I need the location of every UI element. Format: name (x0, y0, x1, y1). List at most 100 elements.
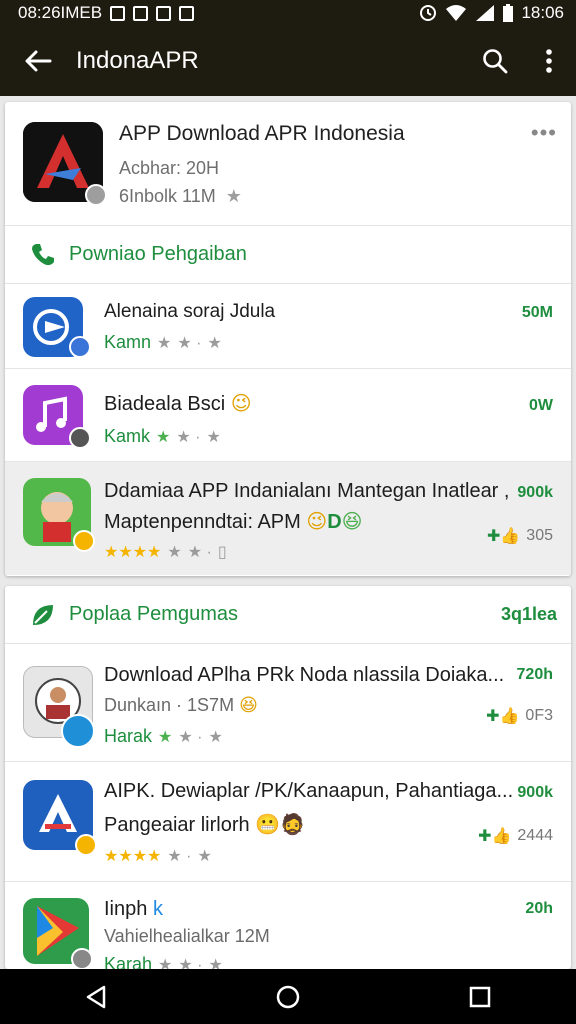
install-badge-icon (71, 948, 93, 969)
phone-icon (29, 241, 57, 269)
more-options-icon[interactable]: ••• (531, 120, 557, 146)
coin-badge-icon (75, 834, 97, 856)
list-item[interactable]: Download APlha PRk Noda nlassila Doiaka.… (5, 644, 571, 762)
rating: ★★★★ ★ ★ · ▯ (104, 542, 227, 562)
emoji-icon: 😬🧔 (255, 814, 306, 836)
star-icon: ★ (206, 428, 221, 446)
alarm-icon (420, 5, 437, 21)
battery-icon (503, 4, 514, 22)
thumbs-up-icon: ✚👍 (478, 828, 512, 845)
section-header[interactable]: Powniao Pehgaiban (5, 226, 571, 284)
app-name: Biadeala Bsci 😉 (104, 391, 252, 416)
star-icon: ★ · (178, 956, 203, 970)
rating-label: Kamk (104, 426, 151, 446)
rating: ★★★★ ★ · ★ (104, 846, 212, 866)
search-icon (483, 49, 508, 74)
featured-app-title: APP Download APR Indonesia (119, 122, 405, 145)
search-button[interactable] (468, 26, 522, 96)
nav-home-button[interactable] (258, 969, 318, 1024)
app-subtitle: Maptenpenndtai: APM 😉D😆 (104, 509, 363, 534)
star-icon: ★ · (167, 848, 192, 865)
settings-badge-icon (69, 427, 91, 449)
circle-home-icon (276, 985, 300, 1008)
app-size: 720h (516, 666, 553, 683)
thumbs-up-icon: ✚👍 (486, 708, 520, 725)
app-size: 900k (517, 784, 553, 801)
emoji-icon: 😆 (341, 511, 363, 533)
section-more-link[interactable]: 3q1lea (501, 604, 557, 625)
coin-badge-icon (73, 530, 95, 552)
app-bar: IndonaAPR (0, 26, 576, 96)
star-icon: ★★★★ (104, 544, 162, 561)
likes: ✚👍 305 (487, 526, 553, 546)
overflow-menu-button[interactable] (522, 26, 576, 96)
triangle-back-icon (86, 985, 106, 1008)
emoji-icon: 😉 (306, 511, 328, 533)
leaf-chat-icon (29, 601, 57, 629)
thumbs-up-icon: ✚👍 (486, 528, 521, 545)
more-vert-icon (546, 49, 552, 73)
star-icon: ★ (208, 728, 223, 746)
star-icon: ★ (156, 428, 171, 446)
popular-card: Poplaa Pemgumas 3q1lea Download APlha PR… (5, 586, 571, 969)
likes: ✚👍 2444 (478, 826, 553, 846)
notification-icon (110, 5, 126, 21)
star-icon: ★ · (178, 728, 203, 746)
mail-icon (179, 5, 195, 21)
star-icon: ★ (158, 728, 173, 746)
featured-app-downloads: 6Inbolk 11M (119, 186, 216, 206)
status-time: 18:06 (521, 3, 564, 22)
list-item[interactable]: Iinph k Vahielhealialkar 12M Karah ★ ★ ·… (5, 882, 571, 970)
app-size: 0W (529, 397, 553, 414)
wifi-icon (446, 5, 467, 21)
page-title: IndonaAPR (76, 47, 199, 74)
rating: Kamk ★ ★ · ★ (104, 426, 221, 447)
nav-recents-button[interactable] (450, 969, 510, 1024)
list-item[interactable]: Ddamiaa APP Indanialanı Mantegan Inatlea… (5, 462, 571, 575)
app-subtitle: Dunkaın · 1S7M 😆 (104, 695, 258, 716)
nav-back-button[interactable] (66, 969, 126, 1024)
square-recents-icon (469, 986, 491, 1007)
star-icon: ★ (197, 848, 212, 865)
list-item[interactable]: Alenaina soraj Jdula Kamn ★ ★ · ★ 50M (5, 284, 571, 369)
star-icon: ★ · (177, 334, 202, 352)
likes: ✚👍 0F3 (486, 706, 553, 726)
app-name-text: Biadeala Bsci (104, 393, 226, 415)
list-item[interactable]: AIPK. Dewiaplar /PK/Kanaapun, Pahantiaga… (5, 762, 571, 882)
app-subtitle-text: Pangeaiar lirlorh (104, 814, 250, 836)
lock-icon (156, 5, 172, 21)
app-name: Ddamiaa APP Indanialanı Mantegan Inatlea… (104, 480, 510, 502)
section-header[interactable]: Poplaa Pemgumas 3q1lea (5, 586, 571, 644)
star-icon: ★ (167, 544, 182, 561)
featured-app-meta: 6Inbolk 11M ★ (119, 186, 242, 207)
star-icon: ★ (158, 956, 173, 970)
crown-badge-icon (61, 714, 95, 748)
notification-icon (133, 5, 149, 21)
app-name: Download APlha PRk Noda nlassila Doiaka.… (104, 664, 505, 686)
featured-app[interactable]: APP Download APR Indonesia Acbhar: 20H 6… (5, 102, 571, 226)
star-icon: ★ (157, 334, 172, 352)
rating-label: Karah (104, 954, 153, 969)
doc-icon: ▯ (217, 544, 227, 561)
section-title: Poplaa Pemgumas (69, 603, 238, 625)
status-left-text: 08:26IMEB (18, 3, 103, 22)
star-icon: ★★★★ (104, 848, 162, 865)
list-item[interactable]: Biadeala Bsci 😉 Kamk ★ ★ · ★ 0W (5, 369, 571, 462)
app-size: 20h (525, 900, 553, 917)
app-name: Alenaina soraj Jdula (104, 301, 276, 322)
app-name: Iinph k (104, 898, 163, 921)
arrow-back-icon (25, 50, 52, 72)
status-bar: 08:26IMEB 18:06 (0, 0, 576, 26)
app-name-text: Iinph (104, 898, 148, 920)
back-button[interactable] (0, 26, 76, 96)
system-nav-bar (0, 969, 576, 1024)
featured-app-author: Acbhar: 20H (119, 158, 220, 178)
section-title: Powniao Pehgaiban (69, 243, 247, 265)
rating: Harak ★ ★ · ★ (104, 726, 223, 747)
install-badge-icon (85, 184, 107, 206)
star-icon: ★ · (187, 544, 212, 561)
app-subtitle-text: Dunkaın · 1S7M (104, 695, 235, 715)
star-icon: ★ (207, 334, 222, 352)
app-subtitle-text: Maptenpenndtai: APM (104, 511, 301, 533)
like-count: 305 (526, 527, 553, 544)
